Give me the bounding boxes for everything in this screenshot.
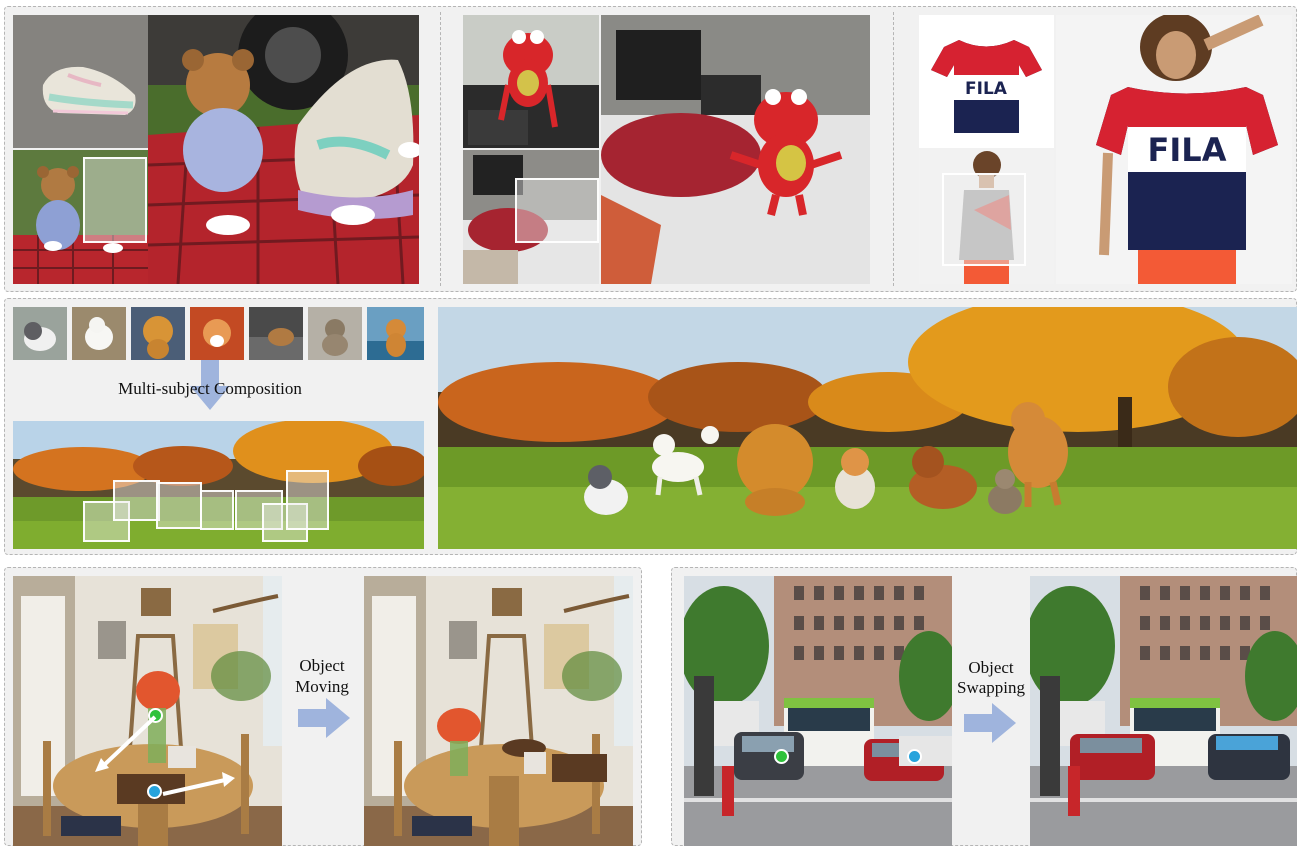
dog-thumbnail-1 — [13, 307, 67, 360]
teddy-mask-box — [83, 157, 147, 243]
teddy-sneaker-result-image — [148, 15, 419, 284]
dog-thumbnail-4 — [190, 307, 244, 360]
fila-logo-large: FILA — [1148, 131, 1227, 169]
plush-bed-result-image — [601, 15, 870, 284]
dog-thumbnail-2 — [72, 307, 126, 360]
moving-arrows-icon — [95, 715, 235, 796]
model-shirt-result-image: FILA — [1056, 15, 1292, 284]
fila-logo-small: FILA — [965, 79, 1008, 99]
dog-thumbnail-3 — [131, 307, 185, 360]
sneaker-reference-image — [13, 15, 148, 148]
dog-thumbnail-5 — [249, 307, 303, 360]
dog-thumbnail-6 — [308, 307, 362, 360]
layout-box-3 — [156, 482, 202, 529]
layout-box-4 — [200, 490, 234, 530]
swapping-green-dot — [774, 749, 789, 764]
layout-box-2 — [113, 480, 160, 521]
swapping-label-line2: Swapping — [957, 678, 1025, 697]
street-after-image — [1030, 576, 1297, 846]
moving-label-line1: Object — [299, 656, 345, 675]
street-before-image — [684, 576, 952, 846]
swapping-blue-dot — [907, 749, 922, 764]
top-divider-2 — [893, 12, 894, 286]
swapping-label-line1: Object — [968, 658, 1014, 677]
plush-reference-image — [463, 15, 599, 148]
layout-box-7 — [286, 470, 329, 530]
composition-label: Multi-subject Composition — [118, 379, 302, 398]
moving-right-arrow-icon — [298, 698, 350, 738]
bed-mask-box — [515, 178, 599, 243]
moving-label-line2: Moving — [295, 677, 349, 696]
shirt-reference-image: FILA — [919, 15, 1054, 148]
composition-result-image — [438, 307, 1297, 549]
dog-thumbnail-7 — [367, 307, 424, 360]
shirt-mask-box — [942, 173, 1026, 266]
swapping-right-arrow-icon — [964, 703, 1016, 743]
room-after-image — [364, 576, 633, 846]
top-divider-1 — [440, 12, 441, 286]
